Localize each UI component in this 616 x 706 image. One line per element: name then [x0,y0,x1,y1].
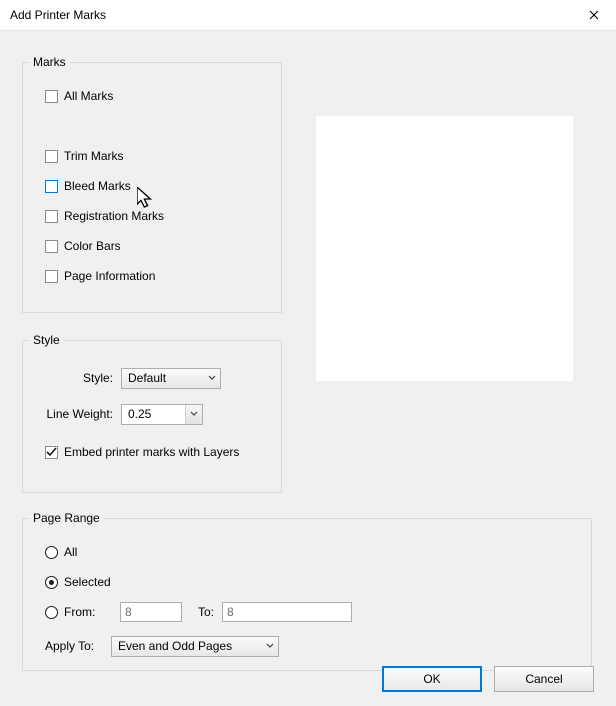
range-from-label: From: [64,605,120,619]
style-select[interactable]: Default [121,368,221,389]
range-selected-radio[interactable] [45,576,58,589]
apply-to-select[interactable]: Even and Odd Pages [111,636,279,657]
marks-group: Marks All Marks Trim Marks Bleed Marks R… [22,55,282,313]
all-marks-checkbox[interactable] [45,90,58,103]
style-group: Style Style: Default Line Weight: 0.25 E… [22,333,282,493]
embed-layers-label: Embed printer marks with Layers [64,445,239,459]
registration-marks-checkbox[interactable] [45,210,58,223]
style-select-value: Default [128,371,166,385]
all-marks-label: All Marks [64,89,113,103]
range-selected-label: Selected [64,575,111,589]
embed-layers-checkbox[interactable] [45,446,58,459]
range-from-input[interactable]: 8 [120,602,182,622]
preview-panel [316,116,573,381]
registration-marks-label: Registration Marks [64,209,164,223]
trim-marks-label: Trim Marks [64,149,124,163]
range-all-radio[interactable] [45,546,58,559]
range-from-radio[interactable] [45,606,58,619]
page-info-label: Page Information [64,269,155,283]
chevron-down-icon [208,374,216,382]
range-to-label: To: [198,605,214,619]
apply-to-label: Apply To: [45,639,105,653]
bleed-marks-label: Bleed Marks [64,179,131,193]
button-bar: OK Cancel [382,666,594,692]
line-weight-label: Line Weight: [41,407,113,421]
color-bars-checkbox[interactable] [45,240,58,253]
style-legend: Style [29,333,64,347]
window-title: Add Printer Marks [10,8,572,22]
bleed-marks-checkbox[interactable] [45,180,58,193]
ok-button[interactable]: OK [382,666,482,692]
apply-to-value: Even and Odd Pages [118,639,232,653]
color-bars-label: Color Bars [64,239,121,253]
trim-marks-checkbox[interactable] [45,150,58,163]
marks-legend: Marks [29,55,70,69]
titlebar: Add Printer Marks [0,0,616,30]
close-icon [589,10,599,20]
page-range-group: Page Range All Selected From: 8 To: 8 Ap… [22,511,592,671]
line-weight-input[interactable]: 0.25 [121,404,203,425]
cancel-button[interactable]: Cancel [494,666,594,692]
style-label: Style: [41,371,113,385]
chevron-down-icon [266,642,274,650]
range-all-label: All [64,545,77,559]
page-info-checkbox[interactable] [45,270,58,283]
range-to-input[interactable]: 8 [222,602,352,622]
close-button[interactable] [572,0,616,30]
dialog-client: Marks All Marks Trim Marks Bleed Marks R… [0,30,616,706]
chevron-down-icon[interactable] [185,405,202,424]
page-range-legend: Page Range [29,511,104,525]
line-weight-value: 0.25 [128,407,151,421]
